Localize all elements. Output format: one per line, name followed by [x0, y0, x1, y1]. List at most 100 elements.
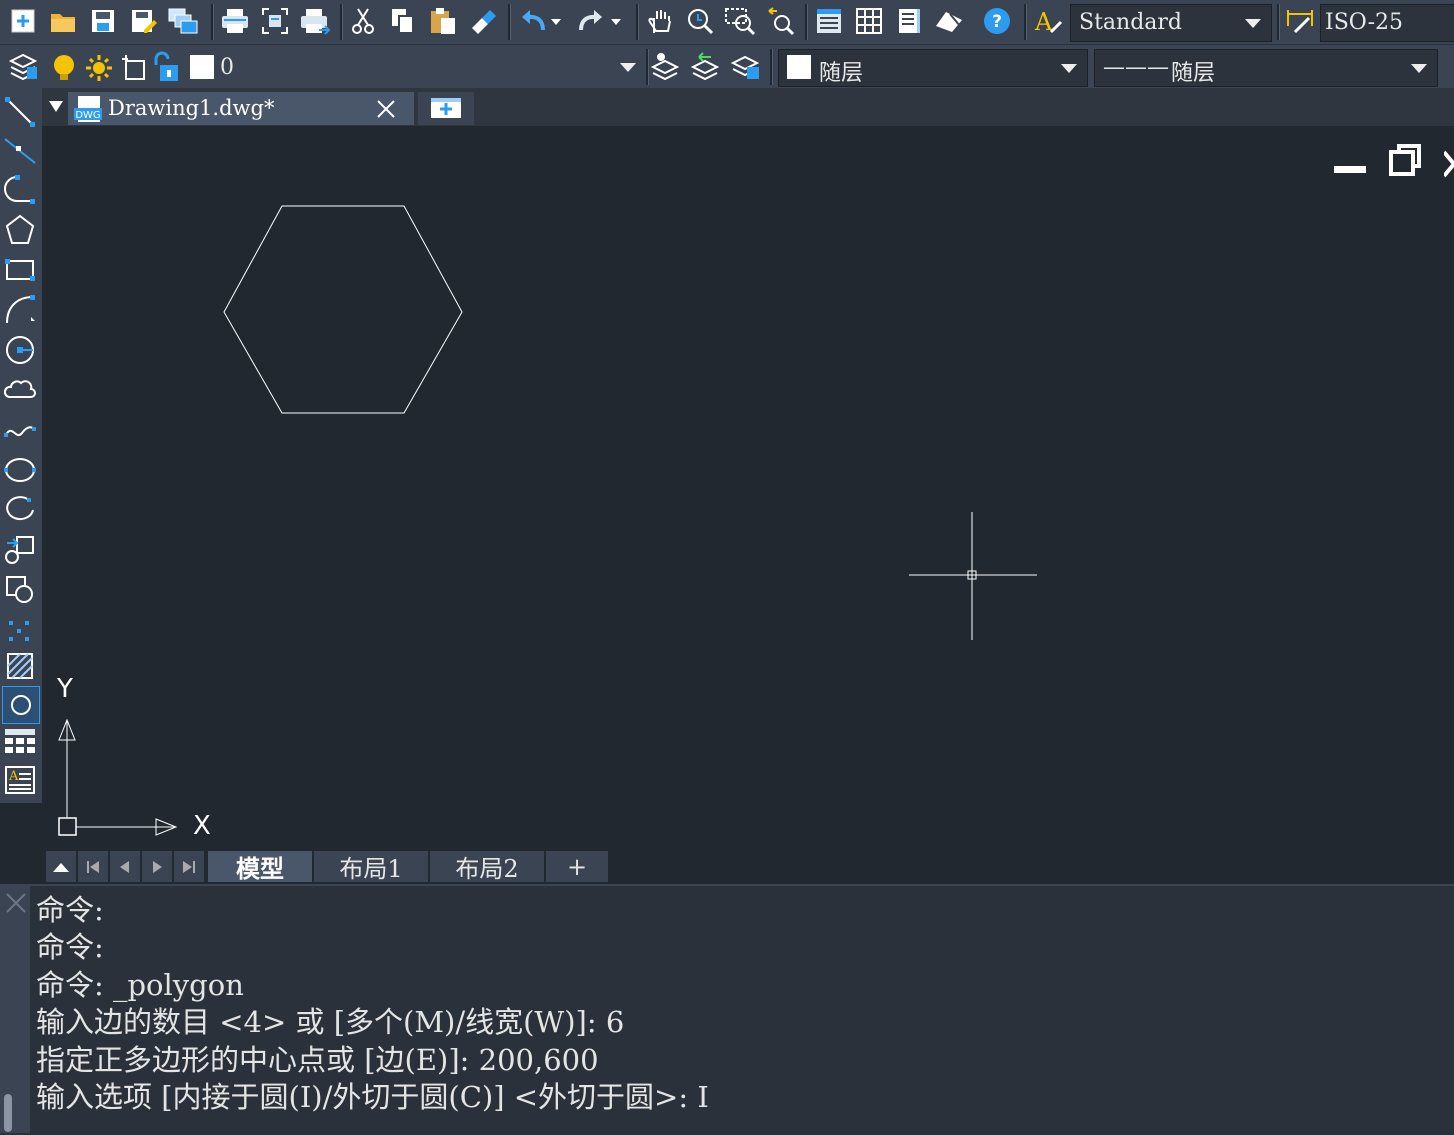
- new-icon[interactable]: [6, 4, 40, 38]
- arc-icon[interactable]: [2, 292, 38, 328]
- redo-icon[interactable]: [574, 4, 608, 38]
- new-tab-button[interactable]: [418, 92, 474, 125]
- layer-states-icon[interactable]: [728, 49, 762, 83]
- svg-text:A: A: [8, 769, 19, 784]
- layer-properties-icon[interactable]: [6, 49, 40, 83]
- add-layout-button[interactable]: +: [546, 851, 608, 882]
- zoom-previous-icon[interactable]: [763, 4, 797, 38]
- properties-icon[interactable]: [812, 4, 846, 38]
- tab-model[interactable]: 模型: [208, 851, 312, 883]
- last-tab-icon[interactable]: [174, 851, 204, 882]
- rectangle-icon[interactable]: [2, 252, 38, 288]
- save-as-icon[interactable]: [126, 4, 160, 38]
- layout-tab-bar: 模型 布局1 布局2 +: [42, 851, 1454, 883]
- linetype-select[interactable]: ——— 随层: [1094, 49, 1438, 87]
- toolbar-separator: [636, 4, 639, 40]
- dim-style-value: ISO-25: [1325, 10, 1404, 35]
- pan-icon[interactable]: [643, 4, 677, 38]
- command-scrollbar[interactable]: [4, 1094, 12, 1132]
- hexagon-entity: [223, 205, 463, 414]
- tab-list-dropdown-icon[interactable]: [48, 98, 64, 118]
- paste-icon[interactable]: [426, 4, 460, 38]
- redo-dropdown-icon[interactable]: [606, 4, 626, 38]
- first-tab-icon[interactable]: [78, 851, 108, 882]
- draw-toolbar: A: [0, 88, 42, 803]
- minimize-icon[interactable]: [1334, 156, 1366, 190]
- drawing-canvas[interactable]: Y X: [42, 126, 1454, 852]
- document-tab-title: Drawing1.dwg*: [108, 96, 275, 120]
- tab-drawing1[interactable]: DWG Drawing1.dwg*: [68, 92, 414, 125]
- text-style-select[interactable]: Standard: [1070, 4, 1272, 42]
- text-style-icon[interactable]: A: [1032, 4, 1066, 38]
- copy-icon[interactable]: [386, 4, 420, 38]
- revision-cloud-icon[interactable]: [2, 372, 38, 408]
- close-viewport-icon[interactable]: [1442, 148, 1454, 182]
- undo-icon[interactable]: [516, 4, 550, 38]
- close-icon[interactable]: [376, 99, 396, 123]
- help-icon[interactable]: ?: [980, 4, 1014, 38]
- prev-tab-icon[interactable]: [110, 851, 140, 882]
- region-icon[interactable]: [2, 686, 40, 724]
- toolbar-separator: [770, 49, 773, 85]
- spline-icon[interactable]: [2, 412, 38, 448]
- toolbar-separator: [211, 4, 214, 40]
- dim-style-icon[interactable]: [1284, 4, 1318, 38]
- next-tab-icon[interactable]: [142, 851, 172, 882]
- chevron-down-icon: [620, 63, 636, 72]
- hatch-icon[interactable]: [2, 648, 38, 684]
- markup-icon[interactable]: [932, 4, 966, 38]
- ucs-y-label: Y: [57, 674, 73, 704]
- plot-icon[interactable]: [218, 4, 252, 38]
- dim-style-select[interactable]: ISO-25: [1320, 4, 1454, 42]
- make-block-icon[interactable]: [2, 572, 38, 608]
- layers-toolbar: 0 随层 ——— 随层: [0, 44, 1454, 89]
- polygon-icon[interactable]: [2, 212, 38, 248]
- cut-icon[interactable]: [346, 4, 380, 38]
- restore-icon[interactable]: [1389, 144, 1421, 180]
- toolbar-separator: [508, 4, 511, 40]
- polyline-icon[interactable]: [2, 172, 38, 208]
- color-swatch: [787, 55, 811, 79]
- insert-block-icon[interactable]: [2, 532, 38, 568]
- layer-name: 0: [220, 55, 234, 80]
- color-select[interactable]: 随层: [778, 49, 1088, 87]
- save-icon[interactable]: [86, 4, 120, 38]
- layer-previous-icon[interactable]: [688, 49, 722, 83]
- open-icon[interactable]: [46, 4, 80, 38]
- layer-select[interactable]: 0: [44, 49, 644, 85]
- zoom-realtime-icon[interactable]: [683, 4, 717, 38]
- command-history-line: 命令: _polygon: [36, 968, 244, 1002]
- circle-icon[interactable]: [2, 332, 38, 368]
- chevron-down-icon: [1245, 19, 1261, 28]
- plot-preview-icon[interactable]: [258, 4, 292, 38]
- toolbar-separator: [1024, 4, 1027, 40]
- zoom-window-icon[interactable]: [723, 4, 757, 38]
- crosshair-cursor: [909, 512, 1037, 640]
- tab-layout2[interactable]: 布局2: [430, 851, 544, 883]
- mtext-icon[interactable]: A: [2, 762, 38, 798]
- design-center-icon[interactable]: [852, 4, 886, 38]
- linetype-value: 随层: [1171, 61, 1216, 86]
- tool-palette-icon[interactable]: [892, 4, 926, 38]
- multi-window-icon[interactable]: [166, 4, 200, 38]
- close-command-window-icon[interactable]: [5, 892, 27, 918]
- standard-toolbar: ? A Standard ISO-25: [0, 0, 1454, 44]
- match-properties-icon[interactable]: [466, 4, 500, 38]
- table-icon[interactable]: [2, 724, 38, 760]
- dwg-file-icon-label: DWG: [75, 110, 100, 121]
- undo-dropdown-icon[interactable]: [546, 4, 566, 38]
- tab-bar-expand-icon[interactable]: [46, 851, 76, 882]
- line-icon[interactable]: [2, 94, 38, 130]
- ellipse-icon[interactable]: [2, 452, 38, 488]
- make-current-layer-icon[interactable]: [648, 49, 682, 83]
- svg-text:?: ?: [992, 12, 1002, 32]
- tab-layout1[interactable]: 布局1: [314, 851, 428, 883]
- print-icon[interactable]: [298, 4, 332, 38]
- ucs-icon: [58, 718, 178, 836]
- toolbar-separator: [340, 4, 343, 40]
- command-window-handle[interactable]: [0, 886, 30, 1133]
- linetype-sample: ———: [1103, 55, 1169, 80]
- ellipse-arc-icon[interactable]: [2, 492, 38, 528]
- point-icon[interactable]: [2, 612, 38, 648]
- construction-line-icon[interactable]: [2, 132, 38, 168]
